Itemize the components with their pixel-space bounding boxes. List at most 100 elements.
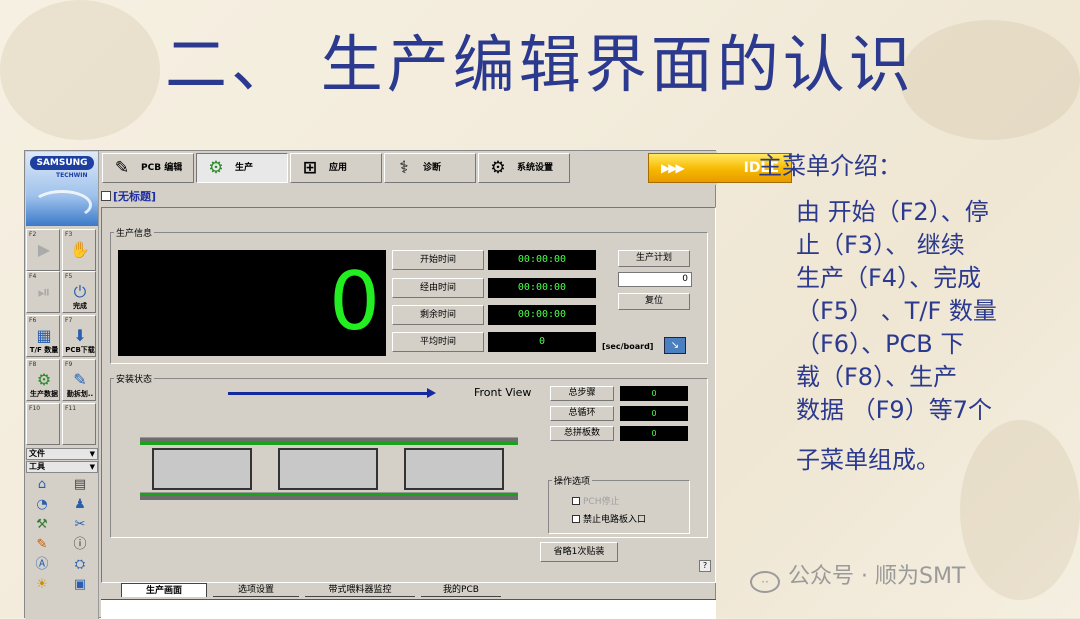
menu-description-tail: 子菜单组成。 (796, 446, 940, 474)
pcb-edit-icon: ✎ (114, 158, 130, 178)
reset-button[interactable]: 复位 (618, 293, 690, 310)
document-title-text: [无标题] (113, 190, 157, 203)
front-view-label: Front View (474, 386, 532, 399)
network-icon[interactable]: ⛭ (71, 556, 89, 574)
pcb-edit-label: PCB 编辑 (141, 163, 183, 173)
tab-my-pcb[interactable]: 我的PCB (421, 583, 501, 597)
fkey-label: 勤拆划.. (66, 390, 94, 398)
download-icon: ⬇ (73, 326, 87, 345)
font-icon[interactable]: Ⓐ (33, 556, 51, 574)
elapsed-time-label: 经由时间 (392, 278, 484, 298)
menu-tools[interactable]: 工具 ▼ (26, 461, 98, 473)
settings-icon: ⚙ (490, 158, 506, 178)
sun-icon[interactable]: ☀ (33, 576, 51, 594)
pch-stop-label: PCH停止 (583, 497, 620, 507)
grid-icon: ▦ (36, 326, 52, 345)
brand-logo: SAMSUNG TECHWIN (26, 152, 98, 226)
description-line: 生产（F4）、完成 (796, 264, 982, 292)
operation-options-group (548, 480, 690, 534)
fkey-label: T/F 数量 (29, 346, 59, 354)
diagnose-label: 诊断 (423, 163, 442, 173)
fkey-f11[interactable]: F11 (62, 403, 96, 445)
apply-icon: ⊞ (302, 158, 318, 178)
slide-title: 二、 生产编辑界面的认识 (165, 28, 915, 101)
pcb-board (278, 448, 378, 490)
fkey-number: F9 (65, 361, 73, 368)
diagnose-icon: ⚕ (399, 158, 409, 178)
pcb-edit-button[interactable]: ✎ PCB 编辑 (102, 153, 194, 183)
fkey-number: F10 (29, 405, 41, 412)
chevron-down-icon: ▼ (89, 463, 95, 471)
description-line: （F5） 、T/F 数量 (796, 297, 997, 325)
help-button[interactable]: ? (699, 560, 711, 572)
checkbox-box (572, 497, 580, 505)
start-time-value: 00:00:00 (488, 250, 596, 270)
system-settings-button[interactable]: ⚙ 系统设置 (478, 153, 570, 183)
fkey-f6[interactable]: F6 ▦ T/F 数量 (26, 315, 60, 357)
monitor-icon[interactable]: ▣ (71, 576, 89, 594)
bottom-tabs: 生产画面 选项设置 带式喂料器监控 我的PCB (101, 583, 716, 597)
calendar-icon[interactable]: ▤ (71, 476, 89, 494)
fkey-f8[interactable]: F8 ⚙ 生产数据 (26, 359, 60, 401)
menu-file[interactable]: 文件 ▼ (26, 448, 98, 460)
description-line: 由 开始（F2）、停 (796, 198, 989, 226)
tab-production-screen[interactable]: 生产画面 (121, 583, 207, 597)
fkey-number: F3 (65, 231, 73, 238)
tools-icon[interactable]: ✂ (71, 516, 89, 534)
fkey-f3[interactable]: F3 ✋ (62, 229, 96, 271)
production-count-display: 0 (118, 250, 386, 356)
tab-option-settings[interactable]: 选项设置 (213, 583, 299, 597)
fkey-number: F2 (29, 231, 37, 238)
watermark-text: 公众号 · 顺为SMT (788, 564, 966, 589)
status-arrows: ▶▶▶ (661, 161, 685, 175)
fkey-f10[interactable]: F10 (26, 403, 60, 445)
pch-stop-checkbox[interactable]: PCH停止 (572, 494, 619, 507)
pcb-board (152, 448, 252, 490)
document-title: [无标题] (101, 188, 156, 204)
blank-icon (69, 414, 91, 432)
conveyor-rail-top (140, 437, 518, 445)
tab-feeder-monitor[interactable]: 带式喂料器监控 (305, 583, 415, 597)
fkey-label: 生产数据 (30, 390, 58, 398)
average-time-label: 平均时间 (392, 332, 484, 352)
machine-icon[interactable]: ⚒ (33, 516, 51, 534)
skip-once-button[interactable]: 省略1次贴装 (540, 542, 618, 562)
description-line: （F6）、PCB 下 (796, 330, 965, 358)
info-icon[interactable]: ⓘ (71, 536, 89, 554)
fkey-f9[interactable]: F9 ✎ 勤拆划.. (62, 359, 96, 401)
average-time-value: 0 (488, 332, 596, 352)
diagnose-button[interactable]: ⚕ 诊断 (384, 153, 476, 183)
elapsed-time-value: 00:00:00 (488, 278, 596, 298)
production-info-label: 生产信息 (114, 226, 155, 239)
chart-icon[interactable]: ↘ (664, 337, 686, 354)
play-icon: ▶ (37, 240, 51, 259)
chevron-down-icon: ▼ (89, 450, 95, 458)
fkey-f2[interactable]: F2 ▶ (26, 229, 60, 271)
pcb-board (404, 448, 504, 490)
flow-direction-arrow-icon (228, 388, 436, 398)
menu-file-label: 文件 (29, 449, 45, 458)
production-plan-input[interactable]: 0 (618, 272, 692, 287)
production-button[interactable]: ⚙ 生产 (196, 153, 288, 183)
fkey-number: F8 (29, 361, 37, 368)
fkey-f7[interactable]: F7 ⬇ PCB下载 (62, 315, 96, 357)
production-plan-button[interactable]: 生产计划 (618, 250, 690, 267)
person-icon[interactable]: ♟ (71, 496, 89, 514)
fkey-f5[interactable]: F5 ⏻ 完成 (62, 271, 96, 313)
hand-stop-icon: ✋ (70, 240, 90, 259)
operation-options-label: 操作选项 (552, 474, 593, 487)
apply-button[interactable]: ⊞ 应用 (290, 153, 382, 183)
time-unit-label: [sec/board] (602, 342, 654, 351)
description-line: 载（F8）、生产 (796, 363, 958, 391)
timer-icon[interactable]: ◔ (33, 496, 51, 514)
edit-icon[interactable]: ✎ (33, 536, 51, 554)
checkbox-box (572, 515, 580, 523)
fkey-number: F7 (65, 317, 73, 324)
resume-icon: ⏯ (37, 282, 51, 301)
fkey-number: F4 (29, 273, 37, 280)
home-icon[interactable]: ⌂ (33, 476, 51, 494)
left-panel: SAMSUNG TECHWIN F2 ▶ F3 ✋ F4 ⏯ F5 ⏻ 完成 F6 ▦ T/F 数量 F… (25, 151, 99, 619)
fkey-f4[interactable]: F4 ⏯ (26, 271, 60, 313)
fkey-label: 完成 (73, 302, 87, 310)
block-board-entry-checkbox[interactable]: 禁止电路板入口 (572, 512, 646, 525)
